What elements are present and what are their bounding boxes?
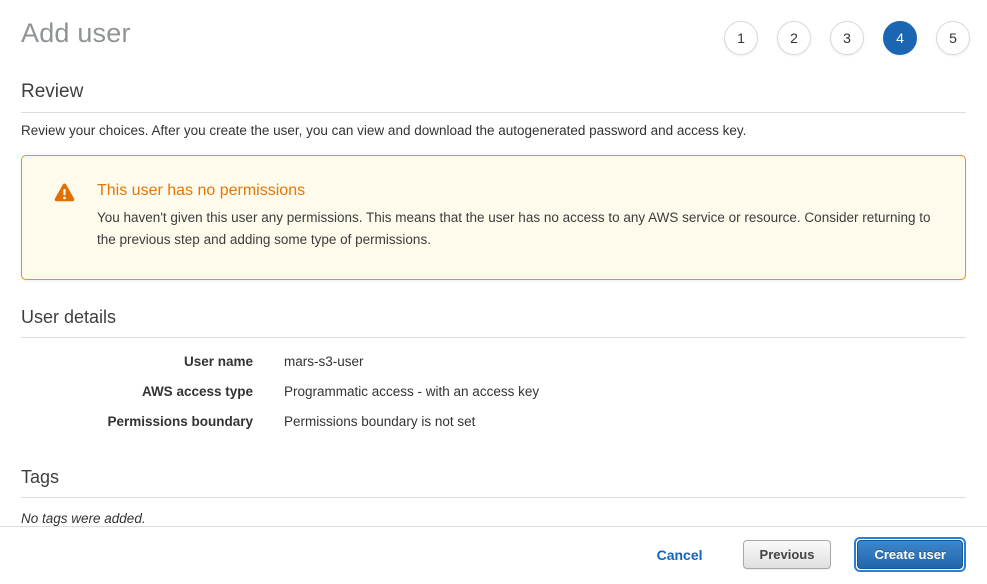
detail-row-access-type: AWS access type Programmatic access - wi… xyxy=(21,377,966,407)
tags-section-heading: Tags xyxy=(21,467,966,498)
step-2[interactable]: 2 xyxy=(777,21,811,55)
warning-content: This user has no permissions You haven't… xyxy=(97,182,949,252)
detail-label: Permissions boundary xyxy=(21,414,253,429)
wizard-footer: Cancel Previous Create user xyxy=(0,526,987,584)
add-user-wizard-page: Add user 1 2 3 4 5 Review Review your ch… xyxy=(0,0,987,581)
step-5[interactable]: 5 xyxy=(936,21,970,55)
create-user-button-focus-ring: Create user xyxy=(854,537,966,572)
review-description: Review your choices. After you create th… xyxy=(21,123,966,138)
user-details-section-heading: User details xyxy=(21,307,966,338)
tags-empty-message: No tags were added. xyxy=(21,511,966,526)
detail-value: Permissions boundary is not set xyxy=(284,414,475,429)
user-details-rows: User name mars-s3-user AWS access type P… xyxy=(21,347,966,437)
cancel-link[interactable]: Cancel xyxy=(657,547,703,563)
page-title: Add user xyxy=(21,16,131,49)
detail-row-permissions-boundary: Permissions boundary Permissions boundar… xyxy=(21,407,966,437)
main-content: Review Review your choices. After you cr… xyxy=(0,55,987,526)
step-1[interactable]: 1 xyxy=(724,21,758,55)
detail-row-user-name: User name mars-s3-user xyxy=(21,347,966,377)
warning-title: This user has no permissions xyxy=(97,182,949,200)
step-3[interactable]: 3 xyxy=(830,21,864,55)
detail-label: AWS access type xyxy=(21,384,253,399)
detail-value: mars-s3-user xyxy=(284,354,364,369)
wizard-step-indicator: 1 2 3 4 5 xyxy=(724,16,970,55)
previous-button[interactable]: Previous xyxy=(743,540,832,569)
review-section-heading: Review xyxy=(21,81,966,113)
detail-value: Programmatic access - with an access key xyxy=(284,384,539,399)
no-permissions-warning-box: This user has no permissions You haven't… xyxy=(21,155,966,280)
warning-body: You haven't given this user any permissi… xyxy=(97,207,949,252)
create-user-button[interactable]: Create user xyxy=(857,540,963,569)
warning-triangle-icon xyxy=(54,183,75,207)
step-4-active[interactable]: 4 xyxy=(883,21,917,55)
page-header: Add user 1 2 3 4 5 xyxy=(0,0,987,55)
detail-label: User name xyxy=(21,354,253,369)
